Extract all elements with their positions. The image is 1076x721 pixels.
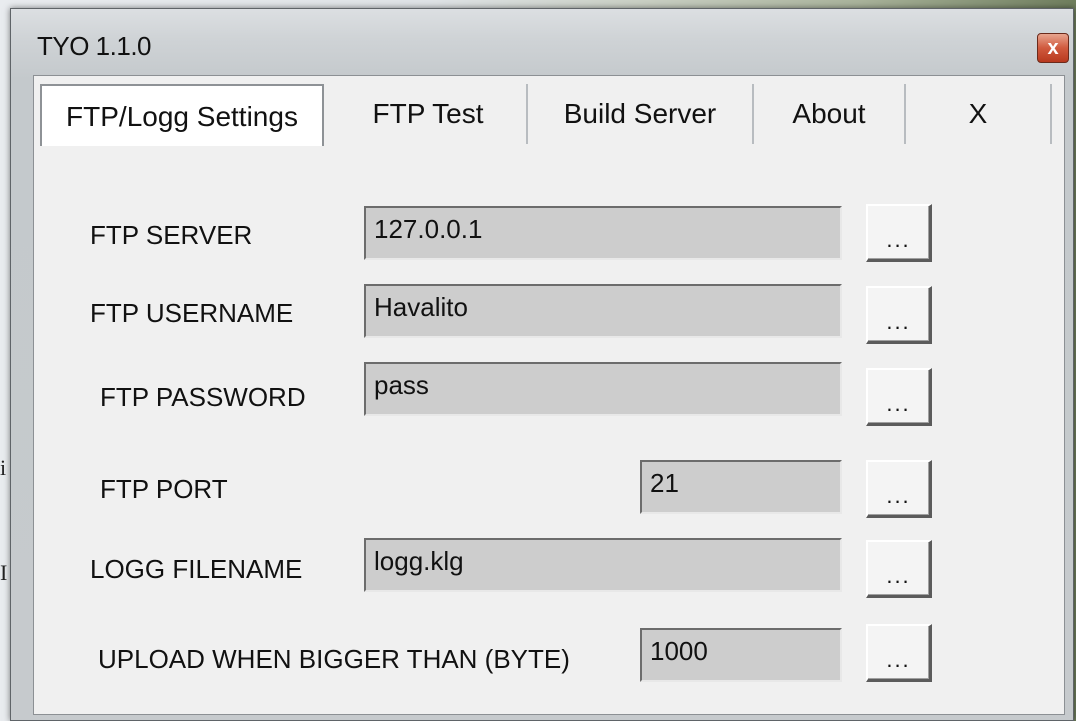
ftp-server-field[interactable]: 127.0.0.1 xyxy=(364,206,842,260)
title-bar[interactable]: TYO 1.1.0 x xyxy=(11,9,1073,77)
ftp-server-label: FTP SERVER xyxy=(90,220,253,250)
app-window: TYO 1.1.0 x FTP/Logg Settings FTP Test B… xyxy=(10,8,1074,721)
window-title: TYO 1.1.0 xyxy=(37,31,152,61)
ftp-port-field[interactable]: 21 xyxy=(640,460,842,514)
tab-strip: FTP/Logg Settings FTP Test Build Server … xyxy=(40,84,1070,148)
upload-threshold-label: UPLOAD WHEN BIGGER THAN (BYTE) xyxy=(98,644,570,674)
tab-ftp-test[interactable]: FTP Test xyxy=(330,84,528,144)
ftp-port-browse-button[interactable]: ... xyxy=(866,460,932,518)
ftp-password-browse-button[interactable]: ... xyxy=(866,368,932,426)
logg-filename-browse-button[interactable]: ... xyxy=(866,540,932,598)
tab-build-server[interactable]: Build Server xyxy=(528,84,754,144)
tab-ftp-logg-settings[interactable]: FTP/Logg Settings xyxy=(40,84,324,148)
settings-panel: FTP SERVER 127.0.0.1 ... FTP USERNAME Ha… xyxy=(34,146,1064,714)
tab-x[interactable]: X xyxy=(906,84,1052,144)
client-area: FTP/Logg Settings FTP Test Build Server … xyxy=(33,75,1065,715)
close-icon: x xyxy=(1047,37,1059,59)
ftp-port-label: FTP PORT xyxy=(100,474,228,504)
logg-filename-field[interactable]: logg.klg xyxy=(364,538,842,592)
tab-about[interactable]: About xyxy=(754,84,906,144)
upload-threshold-field[interactable]: 1000 xyxy=(640,628,842,682)
ftp-server-browse-button[interactable]: ... xyxy=(866,204,932,262)
logg-filename-label: LOGG FILENAME xyxy=(90,554,303,584)
close-window-button[interactable]: x xyxy=(1037,33,1069,63)
ftp-password-label: FTP PASSWORD xyxy=(100,382,306,412)
ftp-username-field[interactable]: Havalito xyxy=(364,284,842,338)
upload-threshold-browse-button[interactable]: ... xyxy=(866,624,932,682)
ftp-password-field[interactable]: pass xyxy=(364,362,842,416)
ftp-username-label: FTP USERNAME xyxy=(90,298,294,328)
ftp-username-browse-button[interactable]: ... xyxy=(866,286,932,344)
